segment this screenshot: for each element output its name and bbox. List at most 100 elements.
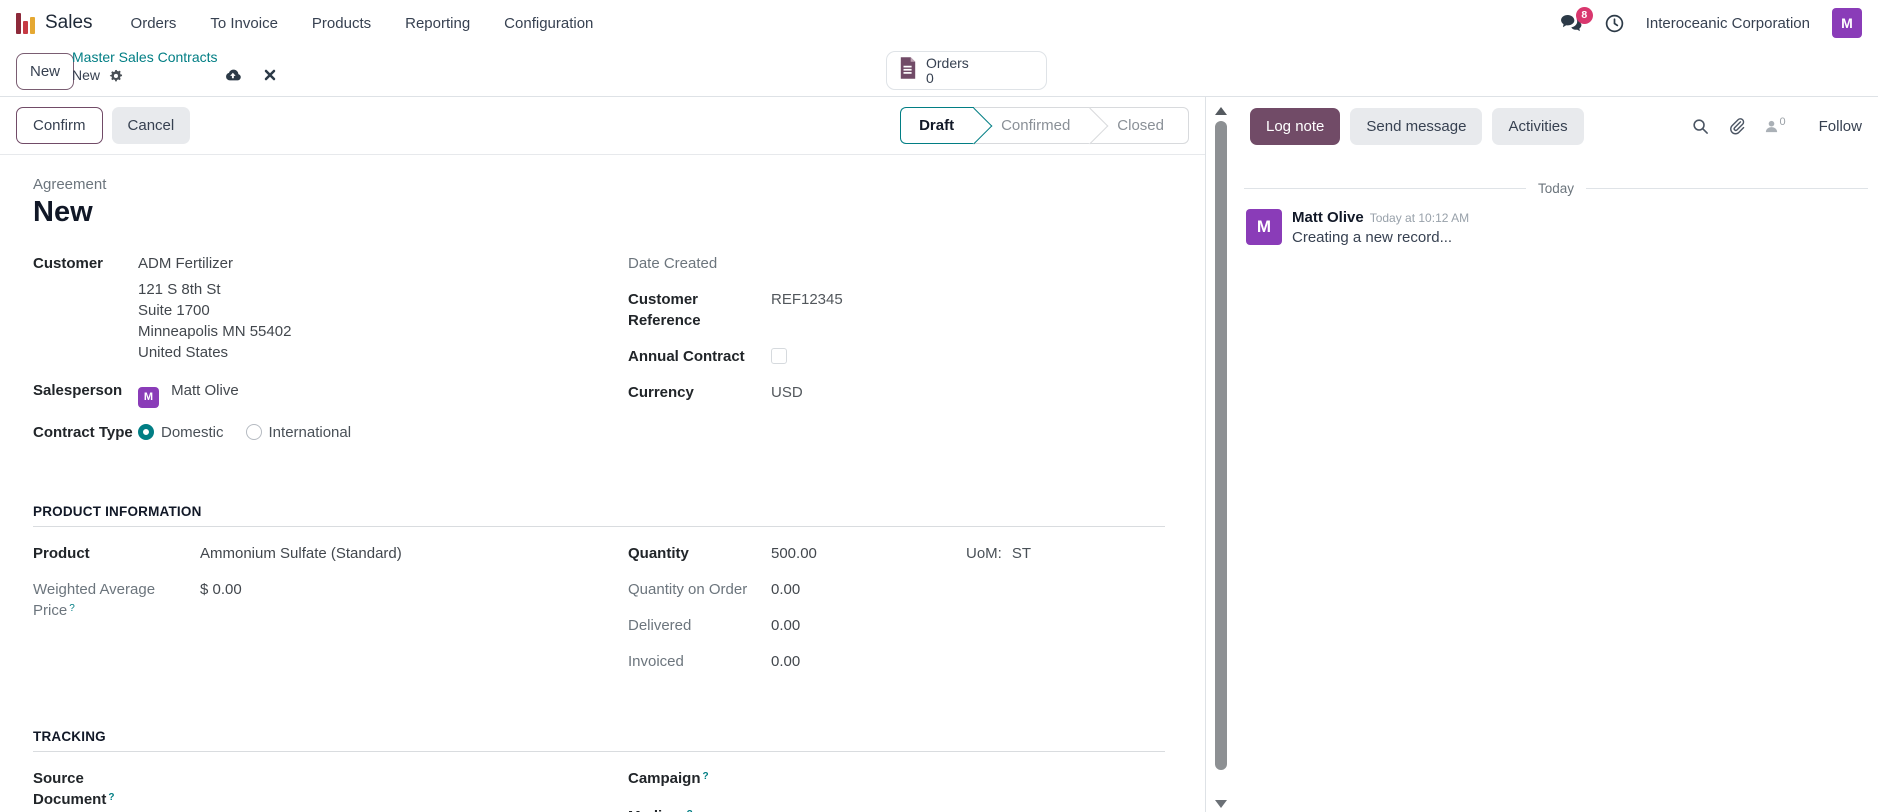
nav-item-products[interactable]: Products: [312, 15, 371, 32]
campaign-label: Campaign?: [628, 770, 709, 787]
followers-count: 0: [1779, 115, 1786, 128]
log-note-button[interactable]: Log note: [1250, 107, 1341, 145]
scroll-up-arrow-icon[interactable]: [1215, 107, 1227, 115]
activities-clock-icon[interactable]: [1605, 14, 1624, 33]
scrollbar-thumb[interactable]: [1215, 121, 1227, 770]
smart-button-count: 0: [926, 69, 934, 86]
customer-label: Customer: [33, 255, 104, 272]
source-document-label: Source Document?: [33, 770, 115, 808]
tracking-section: TRACKING Source Document? Opportunity?: [33, 729, 1165, 812]
invoiced-label: Invoiced: [628, 653, 684, 670]
currency-label: Currency: [628, 384, 694, 401]
chatter-control-bar: Log note Send message Activities 0 Follo…: [1236, 97, 1878, 155]
annual-contract-label: Annual Contract: [628, 348, 745, 365]
save-cloud-icon[interactable]: [223, 68, 242, 82]
nav-right-group: 8 Interoceanic Corporation M: [1560, 6, 1862, 38]
gear-icon[interactable]: [108, 68, 123, 83]
breadcrumb-bar: New Master Sales Contracts New Orders 0: [0, 46, 1878, 96]
help-icon: ?: [702, 771, 709, 782]
customer-reference-field: Customer Reference REF12345: [628, 289, 1165, 331]
orders-smart-button[interactable]: Orders 0: [886, 51, 1047, 90]
delivered-field: Delivered 0.00: [628, 615, 1165, 636]
agreement-label: Agreement: [33, 176, 107, 193]
cancel-button[interactable]: Cancel: [111, 107, 191, 144]
breadcrumb: Master Sales Contracts New: [72, 49, 276, 83]
source-document-field[interactable]: Source Document?: [33, 768, 628, 810]
statusbar: Draft Confirmed Closed: [900, 107, 1189, 144]
scroll-down-arrow-icon[interactable]: [1215, 800, 1227, 808]
quantity-field: Quantity 500.00 UoM: ST: [628, 543, 1165, 564]
nav-menu: Orders To Invoice Products Reporting Con…: [131, 15, 594, 32]
smart-button-label: Orders: [926, 54, 969, 71]
medium-field[interactable]: Medium?: [628, 806, 1165, 812]
contract-type-label: Contract Type: [33, 424, 133, 441]
currency-value: USD: [771, 384, 803, 401]
nav-item-reporting[interactable]: Reporting: [405, 15, 470, 32]
messages-icon[interactable]: 8: [1560, 6, 1593, 33]
uom-label: UoM:: [966, 545, 1002, 562]
invoiced-field: Invoiced 0.00: [628, 651, 1165, 672]
quantity-on-order-label: Quantity on Order: [628, 581, 748, 598]
date-created-field: Date Created: [628, 253, 1165, 274]
activities-button[interactable]: Activities: [1492, 107, 1584, 145]
customer-reference-value[interactable]: REF12345: [771, 289, 843, 331]
form-control-bar: Confirm Cancel Draft Confirmed Closed: [0, 97, 1205, 155]
app-name[interactable]: Sales: [45, 12, 93, 34]
product-information-section: PRODUCT INFORMATION Product Ammonium Sul…: [33, 504, 1165, 687]
product-value[interactable]: Ammonium Sulfate (Standard): [200, 543, 402, 564]
app-logo-icon[interactable]: [16, 12, 35, 34]
nav-item-to-invoice[interactable]: To Invoice: [210, 15, 278, 32]
help-icon: ?: [108, 792, 115, 803]
user-avatar[interactable]: M: [1832, 8, 1862, 38]
odoo-sales-app: Sales Orders To Invoice Products Reporti…: [0, 0, 1878, 812]
product-label: Product: [33, 545, 90, 562]
breadcrumb-current: New: [72, 67, 101, 83]
uom-value[interactable]: ST: [1012, 545, 1031, 562]
invoiced-value: 0.00: [771, 653, 801, 670]
annual-contract-checkbox[interactable]: [771, 348, 787, 364]
followers-icon[interactable]: 0: [1764, 115, 1786, 134]
weighted-average-price-value: $ 0.00: [200, 581, 242, 598]
document-icon: [899, 57, 917, 84]
notification-badge: 8: [1575, 6, 1593, 24]
message-avatar: M: [1246, 209, 1282, 245]
breadcrumb-parent-link[interactable]: Master Sales Contracts: [72, 49, 276, 65]
statusbar-step-draft[interactable]: Draft: [900, 107, 975, 144]
tracking-title: TRACKING: [33, 729, 1165, 752]
annual-contract-field: Annual Contract: [628, 346, 1165, 367]
radio-international[interactable]: [245, 424, 262, 440]
product-field: Product Ammonium Sulfate (Standard): [33, 543, 628, 564]
record-title[interactable]: New: [33, 196, 1165, 229]
quantity-label: Quantity: [628, 545, 689, 562]
nav-item-orders[interactable]: Orders: [131, 15, 177, 32]
top-navbar: Sales Orders To Invoice Products Reporti…: [0, 0, 1878, 46]
radio-domestic-label[interactable]: Domestic: [161, 424, 224, 441]
contract-type-field: Contract Type Domestic International: [33, 422, 628, 443]
follow-button[interactable]: Follow: [1819, 118, 1862, 135]
search-messages-icon[interactable]: [1692, 118, 1709, 135]
chatter-panel: Log note Send message Activities 0 Follo…: [1236, 97, 1878, 812]
weighted-average-price-label: Weighted Average Price?: [33, 581, 156, 619]
salesperson-value[interactable]: Matt Olive: [171, 382, 239, 399]
form-sheet: Agreement New Customer ADM Fertilizer 12…: [0, 155, 1205, 812]
discard-x-icon[interactable]: [264, 69, 276, 81]
salesperson-field: Salesperson M Matt Olive: [33, 380, 628, 408]
send-message-button[interactable]: Send message: [1350, 107, 1483, 145]
company-switcher[interactable]: Interoceanic Corporation: [1646, 15, 1810, 32]
salesperson-label: Salesperson: [33, 382, 123, 399]
new-record-button[interactable]: New: [16, 53, 75, 90]
attachments-paperclip-icon[interactable]: [1728, 117, 1745, 135]
quantity-value[interactable]: 500.00: [771, 543, 966, 564]
customer-reference-label: Customer Reference: [628, 291, 701, 329]
message-author[interactable]: Matt Olive: [1292, 209, 1364, 226]
message-body: Creating a new record...: [1292, 229, 1453, 246]
radio-international-label[interactable]: International: [269, 424, 352, 441]
confirm-button[interactable]: Confirm: [16, 107, 103, 144]
nav-item-configuration[interactable]: Configuration: [504, 15, 593, 32]
chatter-message: M Matt Olive Today at 10:12 AM Creating a…: [1246, 209, 1864, 246]
currency-field: Currency USD: [628, 382, 1165, 403]
radio-domestic[interactable]: [138, 424, 154, 440]
campaign-field[interactable]: Campaign?: [628, 768, 1165, 789]
help-icon: ?: [69, 603, 75, 614]
customer-value[interactable]: ADM Fertilizer: [138, 253, 291, 274]
